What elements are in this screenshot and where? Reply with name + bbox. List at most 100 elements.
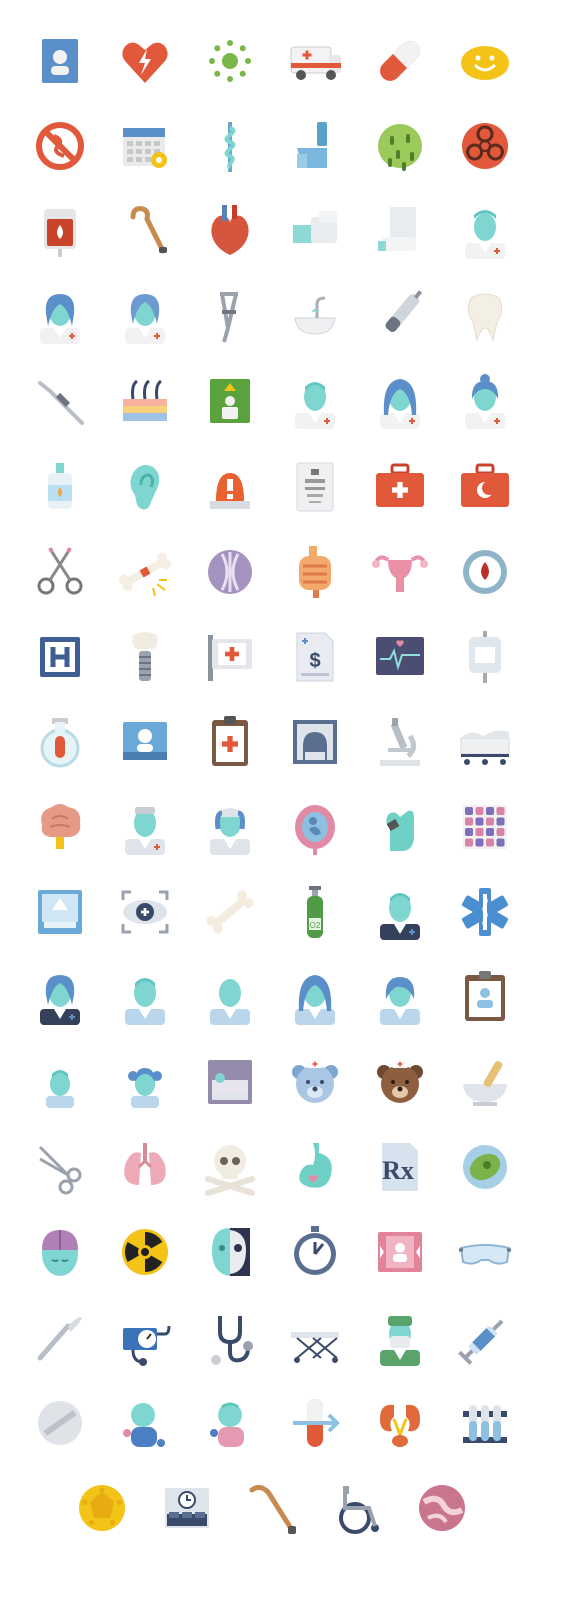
test-tubes-icon	[453, 1391, 517, 1455]
first-aid-kit-icon	[368, 455, 432, 519]
tablet-icon	[28, 1391, 92, 1455]
female-doctor-alt-icon	[113, 284, 177, 348]
id-card-icon	[28, 29, 92, 93]
heart-bolt-icon	[113, 29, 177, 93]
virus-icon	[198, 29, 262, 93]
half-skull-face-icon	[198, 1220, 262, 1284]
patient-in-bed-icon	[198, 1050, 262, 1114]
gloved-hand-pill-icon	[368, 795, 432, 859]
crescent-aid-kit-icon	[453, 455, 517, 519]
waiting-room-icon	[155, 1476, 219, 1540]
crutch-icon	[198, 284, 262, 348]
medical-clipboard-icon	[198, 710, 262, 774]
scan-eye-icon	[113, 880, 177, 944]
hospital-bed-icon	[453, 710, 517, 774]
elevator-patient-icon	[198, 369, 262, 433]
sink-icon	[283, 284, 347, 348]
svg-text:$: $	[309, 650, 320, 672]
microscope-icon	[368, 710, 432, 774]
scalpel-icon	[28, 1306, 92, 1370]
blood-pressure-icon	[113, 1306, 177, 1370]
surgeon-icon	[368, 1306, 432, 1370]
baby-girl-icon	[198, 1391, 262, 1455]
male-doctor-icon	[453, 199, 517, 263]
radiation-icon	[113, 1220, 177, 1284]
hospital-flag-icon	[198, 625, 262, 689]
head-brain-icon	[28, 1220, 92, 1284]
heart-monitor-icon	[368, 625, 432, 689]
pill-blister-icon	[453, 795, 517, 859]
patient-card-icon	[368, 1220, 432, 1284]
inhaler-icon	[283, 114, 347, 178]
child-girl-icon	[113, 1050, 177, 1114]
virus-coin-icon	[70, 1476, 134, 1540]
patient-bald-icon	[198, 965, 262, 1029]
brain-icon	[28, 795, 92, 859]
female-doctor-bun-icon	[453, 369, 517, 433]
pill-capsule-icon	[368, 29, 432, 93]
walking-cane-icon	[113, 199, 177, 263]
male-nurse-icon	[113, 795, 177, 859]
kidneys-icon	[368, 1391, 432, 1455]
stopwatch-icon	[283, 1220, 347, 1284]
bacteria-icon	[368, 114, 432, 178]
xray-bed-icon	[28, 880, 92, 944]
tooth-icon	[453, 284, 517, 348]
child-boy-icon	[28, 1050, 92, 1114]
svg-text:O2: O2	[310, 921, 321, 930]
syringe-icon	[453, 1306, 517, 1370]
star-of-life-icon	[453, 880, 517, 944]
dental-probe-icon	[28, 369, 92, 433]
mri-scanner-icon	[283, 710, 347, 774]
medical-bill-icon: $	[283, 625, 347, 689]
capsule-arrow-icon	[283, 1391, 347, 1455]
female-doctor-icon	[28, 284, 92, 348]
teddy-bear-brown-icon	[368, 1050, 432, 1114]
no-drugs-icon	[28, 114, 92, 178]
blood-drop-icon	[453, 540, 517, 604]
ear-icon	[113, 455, 177, 519]
stethoscope-icon	[198, 1306, 262, 1370]
female-doctor-long-hair-icon	[368, 369, 432, 433]
appointment-calendar-icon	[113, 114, 177, 178]
female-nurse-icon	[198, 795, 262, 859]
uterus-icon	[368, 540, 432, 604]
surgical-scissors-icon	[28, 1135, 92, 1199]
hospital-sign-icon	[28, 625, 92, 689]
safety-goggles-icon	[453, 1220, 517, 1284]
prescription-icon: Rx	[368, 1135, 432, 1199]
rod-of-asclepius-icon	[198, 114, 262, 178]
stretcher-icon	[283, 1306, 347, 1370]
dna-circle-icon	[198, 540, 262, 604]
svg-text:Rx: Rx	[382, 1156, 414, 1185]
broken-bone-icon	[113, 540, 177, 604]
male-doctor-alt-icon	[283, 369, 347, 433]
arm-cast-icon	[283, 199, 347, 263]
eye-chart-icon	[283, 455, 347, 519]
smiley-pill-icon	[453, 29, 517, 93]
patient-man-icon	[113, 965, 177, 1029]
baby-boy-icon	[113, 1391, 177, 1455]
ambulance-icon	[283, 29, 347, 93]
icon-sheet: $ O2 Rx	[0, 0, 564, 1620]
skin-layers-icon	[113, 369, 177, 433]
patient-woman-icon	[283, 965, 347, 1029]
germ-icon	[453, 1135, 517, 1199]
skull-crossbones-icon	[198, 1135, 262, 1199]
patient-girl-icon	[368, 965, 432, 1029]
wheelchair-icon	[325, 1476, 389, 1540]
mortar-pestle-icon	[453, 1050, 517, 1114]
bone-icon	[198, 880, 262, 944]
oxygen-tank-icon: O2	[283, 880, 347, 944]
anatomical-heart-icon	[198, 199, 262, 263]
blood-bag-icon	[28, 199, 92, 263]
teddy-bear-nurse-icon	[283, 1050, 347, 1114]
medical-record-icon	[453, 965, 517, 1029]
dental-implant-icon	[113, 625, 177, 689]
female-paramedic-icon	[28, 965, 92, 1029]
cell-icon	[410, 1476, 474, 1540]
paramedic-icon	[368, 880, 432, 944]
stomach-icon	[283, 1135, 347, 1199]
walking-stick-icon	[240, 1476, 304, 1540]
pregnancy-icon	[283, 795, 347, 859]
